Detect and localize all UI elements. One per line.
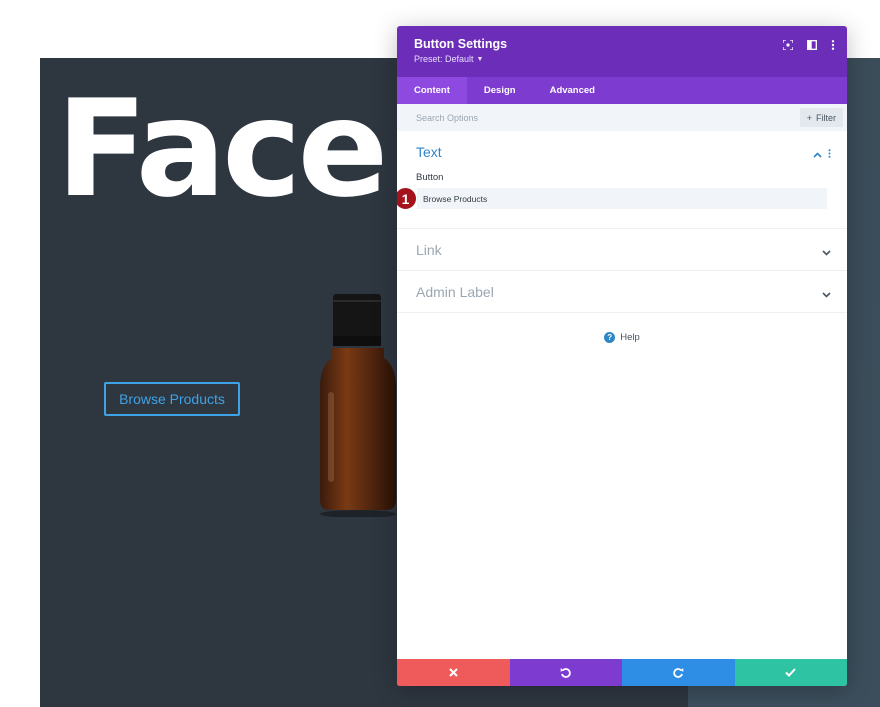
caret-down-icon: ▼ <box>476 55 484 63</box>
tab-advanced[interactable]: Advanced <box>533 77 612 104</box>
redo-button[interactable] <box>622 659 735 686</box>
check-icon <box>785 668 796 677</box>
section-title-link[interactable]: Link <box>397 229 847 270</box>
button-text-label: Button <box>416 172 444 183</box>
button-text-input[interactable] <box>417 188 827 209</box>
close-icon <box>449 668 458 677</box>
redo-icon <box>672 668 684 678</box>
modal-footer <box>397 659 847 686</box>
search-bar: + Filter <box>397 104 847 131</box>
settings-tabs: Content Design Advanced <box>397 77 847 104</box>
filter-button[interactable]: + Filter <box>799 108 843 127</box>
chevron-down-icon[interactable] <box>822 285 831 303</box>
cancel-button[interactable] <box>397 659 510 686</box>
admin-label-section: Admin Label <box>397 271 847 313</box>
focus-icon[interactable] <box>783 40 793 50</box>
browse-products-button[interactable]: Browse Products <box>104 382 240 416</box>
button-settings-modal: Button Settings Preset: Default ▼ Conten… <box>397 26 847 686</box>
section-title-admin-label[interactable]: Admin Label <box>397 271 847 312</box>
help-icon: ? <box>604 332 616 343</box>
link-section: Link <box>397 229 847 271</box>
section-more-icon[interactable] <box>828 145 831 163</box>
filter-label: Filter <box>816 112 836 123</box>
preset-selector[interactable]: Preset: Default ▼ <box>414 54 830 64</box>
text-section: Text Button 1 <box>397 131 847 229</box>
tab-content[interactable]: Content <box>397 77 467 104</box>
undo-button[interactable] <box>509 659 622 686</box>
product-bottle-image <box>320 294 396 517</box>
chevron-up-icon[interactable] <box>813 145 822 163</box>
search-options-input[interactable] <box>416 112 716 123</box>
step-marker-badge: 1 <box>397 187 417 210</box>
preset-label: Preset: Default <box>414 54 474 64</box>
more-vertical-icon[interactable] <box>831 40 835 50</box>
help-label: Help <box>620 332 640 343</box>
undo-icon <box>560 668 572 678</box>
help-link[interactable]: ? Help <box>397 332 847 343</box>
split-view-icon[interactable] <box>807 40 817 50</box>
chevron-down-icon[interactable] <box>822 243 831 261</box>
save-button[interactable] <box>734 659 847 686</box>
modal-header: Button Settings Preset: Default ▼ <box>397 26 847 77</box>
tab-design[interactable]: Design <box>467 77 533 104</box>
section-title-text[interactable]: Text <box>397 131 847 172</box>
modal-title: Button Settings <box>414 37 508 51</box>
plus-icon: + <box>806 112 812 123</box>
hero-title: Face <box>56 71 388 227</box>
